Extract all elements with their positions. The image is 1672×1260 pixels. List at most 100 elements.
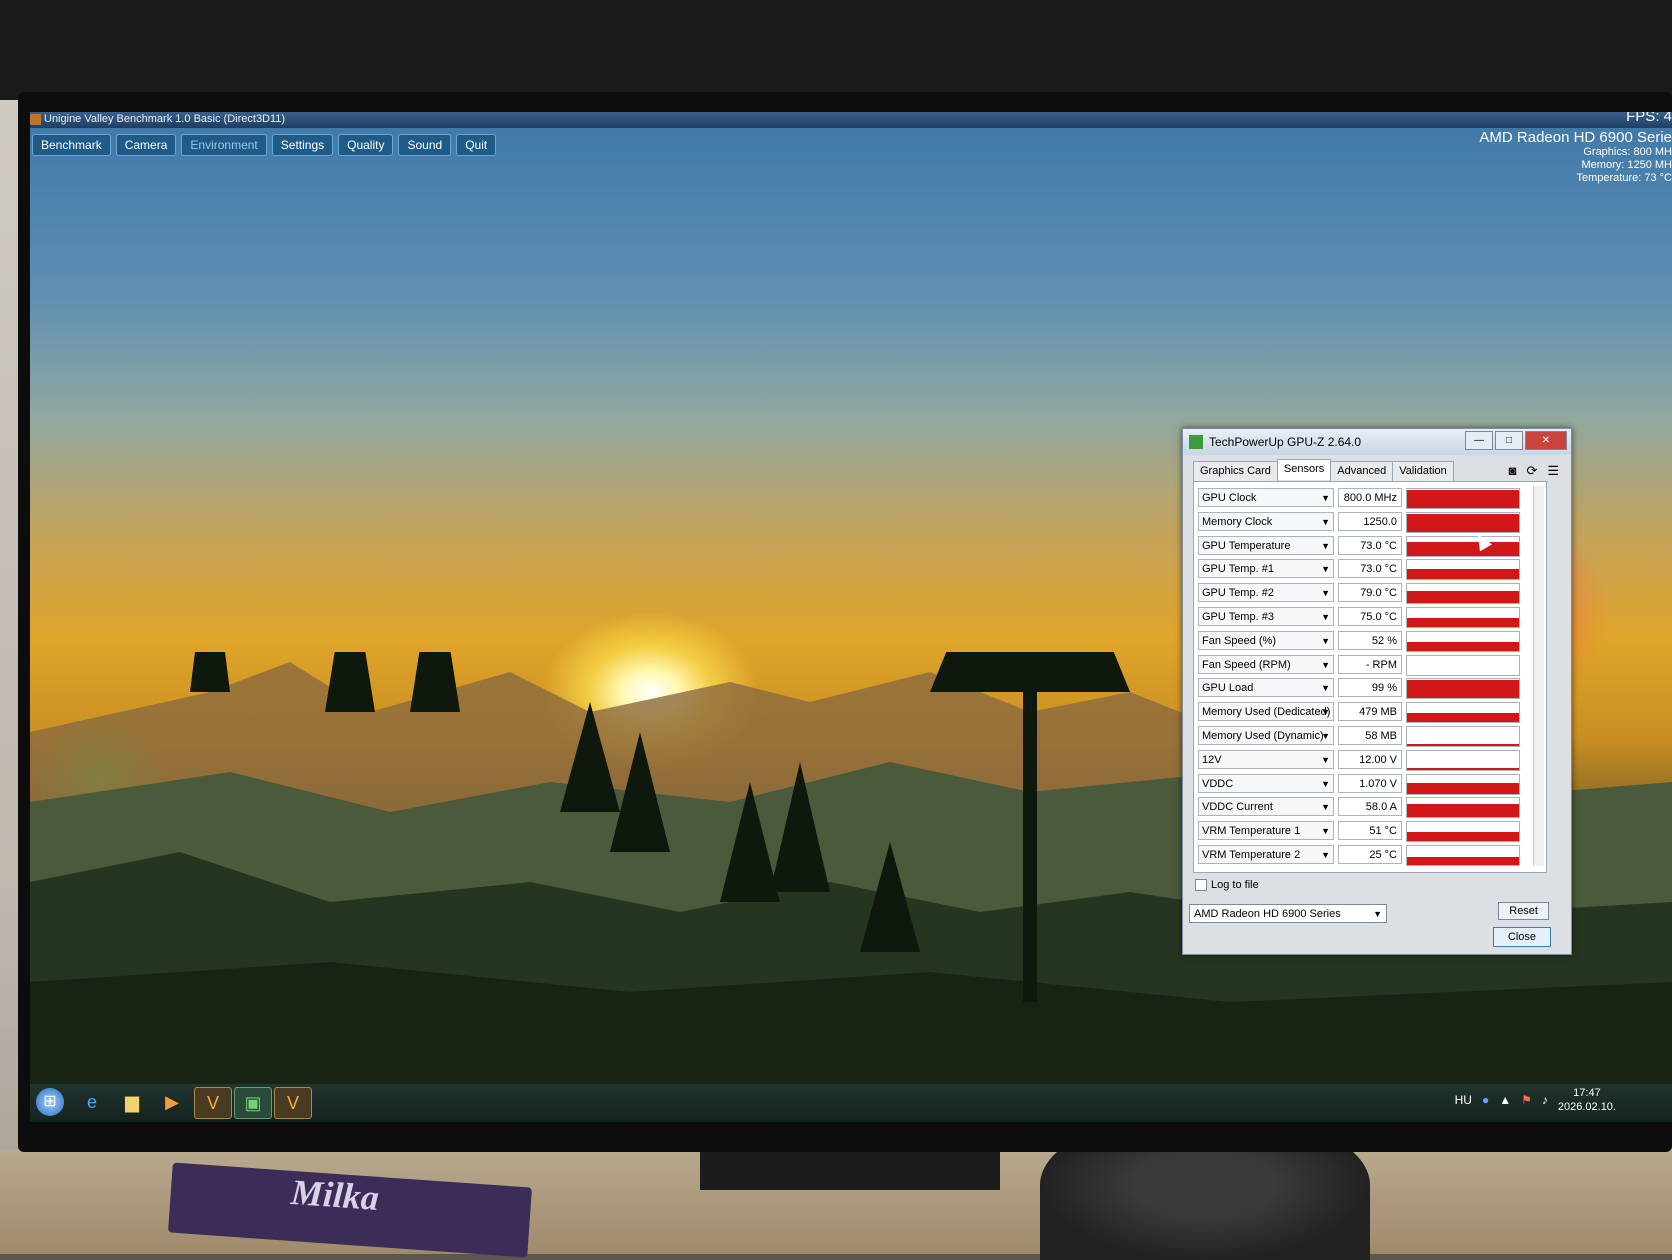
sensor-value: 1250.0 MHz xyxy=(1338,511,1402,547)
camera-button[interactable]: Camera xyxy=(115,134,177,156)
tab-sensors[interactable]: Sensors xyxy=(1276,459,1332,480)
window-controls: — □ ✕ xyxy=(1465,431,1567,450)
close-button[interactable]: Close xyxy=(1492,927,1551,947)
sensor-name: Memory Used (Dynamic) xyxy=(1202,730,1324,742)
benchmark-button[interactable]: Benchmark xyxy=(32,134,111,156)
sensor-graph xyxy=(1406,726,1520,747)
valley-taskbar-icon[interactable]: V xyxy=(194,1087,232,1119)
log-to-file-checkbox[interactable] xyxy=(1195,879,1207,891)
folder-icon[interactable]: ▆ xyxy=(114,1087,150,1117)
sensor-name: Fan Speed (RPM) xyxy=(1202,658,1291,671)
sensor-value: 73.0 °C xyxy=(1338,559,1402,579)
sensor-name-select[interactable]: GPU Temperature ▼ xyxy=(1198,535,1334,555)
sensor-row: Memory Used (Dynamic) ▼ 58 MB xyxy=(1198,726,1538,747)
minimize-icon[interactable]: — xyxy=(1465,431,1493,450)
sensor-name-select[interactable]: Memory Used (Dedicated) ▼ xyxy=(1198,702,1334,722)
sensor-name-select[interactable]: Memory Clock ▼ xyxy=(1198,511,1334,531)
tray-arrow-icon[interactable]: ▲ xyxy=(1499,1093,1511,1107)
tab-graphics-card[interactable]: Graphics Card xyxy=(1193,461,1278,482)
sensor-name-select[interactable]: GPU Temp. #3 ▼ xyxy=(1198,607,1334,626)
refresh-icon[interactable]: ⟳ xyxy=(1526,463,1537,479)
graphics-card-select[interactable]: AMD Radeon HD 6900 Series ▼ xyxy=(1189,904,1387,923)
maximize-icon[interactable]: □ xyxy=(1495,431,1523,450)
taskbar: ⊞ e ▆ ▶ V ▣ V HU ● ▲ ⚑ ♪ 17:47 2026.02.1… xyxy=(30,1084,1672,1122)
sensor-value: 25 °C xyxy=(1338,845,1402,864)
sensor-row: Fan Speed (%) ▼ 52 % xyxy=(1198,630,1538,652)
sensor-name-select[interactable]: GPU Temp. #2 ▼ xyxy=(1198,583,1334,603)
sensor-graph-bar xyxy=(1407,679,1519,699)
sensor-graph-bar xyxy=(1407,642,1519,651)
graphics-card-select-value: AMD Radeon HD 6900 Series xyxy=(1194,908,1341,920)
chevron-down-icon: ▼ xyxy=(1321,516,1330,527)
quit-button[interactable]: Quit xyxy=(456,134,497,156)
sensor-name-select[interactable]: VDDC Current ▼ xyxy=(1198,797,1334,817)
sensor-name: Memory Used (Dedicated) xyxy=(1202,706,1331,719)
sensor-name-select[interactable]: Memory Used (Dynamic) ▼ xyxy=(1198,726,1334,745)
sensor-name-select[interactable]: Fan Speed (%) ▼ xyxy=(1198,630,1334,650)
volume-icon[interactable]: ♪ xyxy=(1542,1093,1548,1107)
internet-explorer-icon[interactable]: e xyxy=(74,1087,110,1117)
sensor-name-select[interactable]: VRM Temperature 1 ▼ xyxy=(1198,821,1334,841)
sensor-graph-bar xyxy=(1407,744,1519,746)
fps-counter: FPS: 4 xyxy=(1626,112,1672,125)
gpu-z-taskbar-icon[interactable]: ▣ xyxy=(234,1087,272,1119)
sensor-value: 12.00 V xyxy=(1338,749,1402,769)
sensor-row: GPU Temp. #2 ▼ 79.0 °C xyxy=(1198,583,1538,605)
action-center-icon[interactable]: ⚑ xyxy=(1521,1093,1532,1107)
sensor-name: Memory Clock xyxy=(1202,515,1273,528)
environment-button[interactable]: Environment xyxy=(181,134,267,156)
valley-menu: Benchmark Camera Environment Settings Qu… xyxy=(32,134,497,156)
media-player-icon[interactable]: ▶ xyxy=(154,1087,190,1117)
sensor-graph-bar xyxy=(1407,857,1519,865)
sensor-graph-bar xyxy=(1407,831,1519,842)
sensor-name-select[interactable]: GPU Clock ▼ xyxy=(1198,488,1334,507)
chevron-down-icon: ▼ xyxy=(1321,564,1330,575)
sensor-name-select[interactable]: Fan Speed (RPM) ▼ xyxy=(1198,654,1334,674)
help-icon[interactable]: ● xyxy=(1482,1093,1489,1107)
chevron-down-icon: ▼ xyxy=(1321,778,1330,789)
valley-launcher-taskbar-icon[interactable]: V xyxy=(274,1087,312,1119)
valley-titlebar[interactable]: Unigine Valley Benchmark 1.0 Basic (Dire… xyxy=(30,112,1672,128)
sensor-row: VDDC ▼ 1.070 V xyxy=(1198,773,1538,795)
chevron-down-icon: ▼ xyxy=(1321,635,1330,646)
sensor-name-select[interactable]: VDDC ▼ xyxy=(1198,773,1334,793)
sensor-value: 58.0 A xyxy=(1338,797,1402,817)
chevron-down-icon: ▼ xyxy=(1321,802,1330,813)
close-icon[interactable]: ✕ xyxy=(1525,431,1567,450)
sensor-row: Fan Speed (RPM) ▼ - RPM xyxy=(1198,654,1538,676)
sensor-graph-bar xyxy=(1407,767,1519,770)
sensor-row: GPU Temp. #3 ▼ 75.0 °C xyxy=(1198,607,1538,628)
sound-button[interactable]: Sound xyxy=(398,134,452,156)
language-indicator[interactable]: HU xyxy=(1455,1093,1472,1107)
sensor-row: GPU Load ▼ 99 % xyxy=(1198,678,1538,700)
reset-button[interactable]: Reset xyxy=(1498,902,1549,920)
sensor-value: 52 % xyxy=(1338,630,1402,650)
sensor-value: 800.0 MHz xyxy=(1338,488,1402,507)
clock[interactable]: 17:47 2026.02.10. xyxy=(1558,1086,1616,1114)
sensor-name: GPU Temp. #3 xyxy=(1202,611,1274,623)
menu-icon[interactable]: ☰ xyxy=(1547,463,1559,479)
tab-validation[interactable]: Validation xyxy=(1392,461,1454,482)
tab-advanced[interactable]: Advanced xyxy=(1330,461,1394,482)
camera-icon[interactable]: ◙ xyxy=(1509,463,1517,479)
gpu-z-titlebar[interactable]: TechPowerUp GPU-Z 2.64.0 — □ ✕ xyxy=(1183,429,1571,455)
sensor-name-select[interactable]: GPU Temp. #1 ▼ xyxy=(1198,559,1334,579)
system-tray: HU ● ▲ ⚑ ♪ 17:47 2026.02.10. xyxy=(1455,1086,1616,1114)
sensor-scrollbar[interactable] xyxy=(1533,486,1544,866)
gpu-temperature: Temperature: 73 °C xyxy=(1576,172,1672,184)
sensor-name-select[interactable]: GPU Load ▼ xyxy=(1198,678,1334,698)
quality-button[interactable]: Quality xyxy=(338,134,394,156)
start-button[interactable]: ⊞ xyxy=(36,1088,64,1116)
sensor-row: GPU Clock ▼ 800.0 MHz xyxy=(1198,488,1538,509)
gpu-z-title: TechPowerUp GPU-Z 2.64.0 xyxy=(1209,435,1362,449)
chevron-down-icon: ▼ xyxy=(1373,909,1382,919)
settings-button[interactable]: Settings xyxy=(271,134,334,156)
gpu-name: AMD Radeon HD 6900 Serie xyxy=(1479,129,1672,146)
sensor-value: - RPM xyxy=(1338,654,1402,674)
sensor-graph xyxy=(1406,535,1520,557)
gpu-z-tabs: Graphics Card Sensors Advanced Validatio… xyxy=(1193,459,1454,482)
sensor-name-select[interactable]: 12V ▼ xyxy=(1198,749,1334,769)
log-to-file-option[interactable]: Log to file xyxy=(1195,879,1259,891)
sensor-name-select[interactable]: VRM Temperature 2 ▼ xyxy=(1198,845,1334,864)
chevron-down-icon: ▼ xyxy=(1321,826,1330,837)
